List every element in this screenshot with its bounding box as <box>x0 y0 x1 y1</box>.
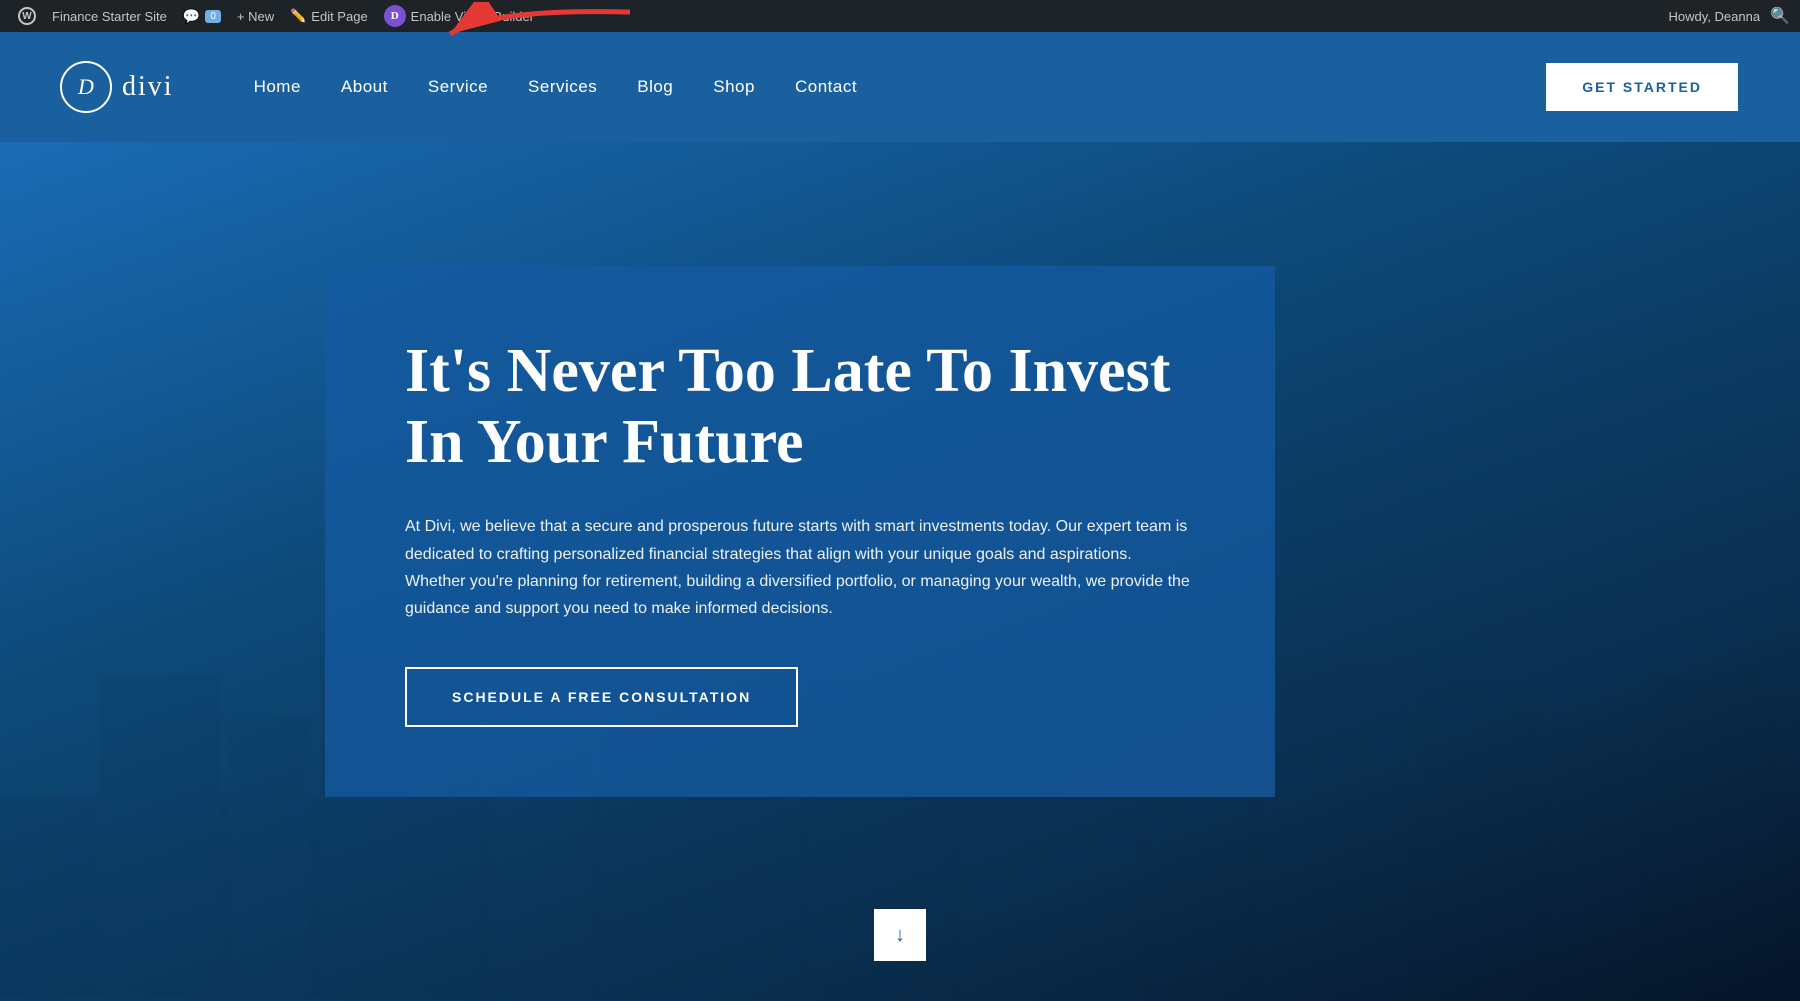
nav-contact[interactable]: Contact <box>775 32 877 142</box>
nav-about[interactable]: About <box>321 32 408 142</box>
nav-shop[interactable]: Shop <box>693 32 775 142</box>
wp-logo-item[interactable]: W <box>10 0 44 32</box>
logo-text: divi <box>122 71 174 103</box>
hero-description: At Divi, we believe that a secure and pr… <box>405 513 1195 622</box>
howdy-text: Howdy, Deanna <box>1669 9 1761 24</box>
divi-icon: D <box>384 5 406 27</box>
down-arrow-icon: ↓ <box>895 924 905 947</box>
scroll-down-button[interactable]: ↓ <box>874 909 926 961</box>
logo-icon: D <box>60 61 112 113</box>
site-name-item[interactable]: Finance Starter Site <box>44 0 175 32</box>
get-started-button[interactable]: GET STARTED <box>1544 61 1740 113</box>
edit-page-item[interactable]: ✏️ Edit Page <box>282 0 376 32</box>
comments-item[interactable]: 💬 0 <box>175 0 229 32</box>
nav-menu: Home About Service Services Blog Shop Co… <box>234 32 1545 142</box>
enable-visual-builder-item[interactable]: D Enable Visual Builder <box>376 0 542 32</box>
hero-content-card: It's Never Too Late To Invest In Your Fu… <box>325 266 1275 797</box>
schedule-consultation-button[interactable]: SCHEDULE A FREE CONSULTATION <box>405 667 798 727</box>
admin-bar-right: Howdy, Deanna 🔍 <box>1669 6 1790 26</box>
admin-bar: W Finance Starter Site 💬 0 + New ✏️ Edit… <box>0 0 1800 32</box>
logo-area[interactable]: D divi <box>60 61 174 113</box>
nav-service[interactable]: Service <box>408 32 508 142</box>
comment-count: 0 <box>205 10 221 23</box>
nav-blog[interactable]: Blog <box>617 32 693 142</box>
nav-home[interactable]: Home <box>234 32 321 142</box>
hero-section: It's Never Too Late To Invest In Your Fu… <box>0 142 1800 1001</box>
search-icon[interactable]: 🔍 <box>1770 6 1790 26</box>
site-header: D divi Home About Service Services Blog … <box>0 32 1800 142</box>
hero-title: It's Never Too Late To Invest In Your Fu… <box>405 336 1195 479</box>
new-item[interactable]: + New <box>229 0 282 32</box>
pencil-icon: ✏️ <box>290 8 306 24</box>
wordpress-icon: W <box>18 7 36 25</box>
comment-icon: 💬 <box>183 8 200 25</box>
logo-letter: D <box>78 74 94 100</box>
site-name: Finance Starter Site <box>52 9 167 24</box>
enable-builder-label: Enable Visual Builder <box>411 9 534 24</box>
edit-page-label: Edit Page <box>311 9 367 24</box>
nav-services[interactable]: Services <box>508 32 617 142</box>
new-label: + New <box>237 9 274 24</box>
